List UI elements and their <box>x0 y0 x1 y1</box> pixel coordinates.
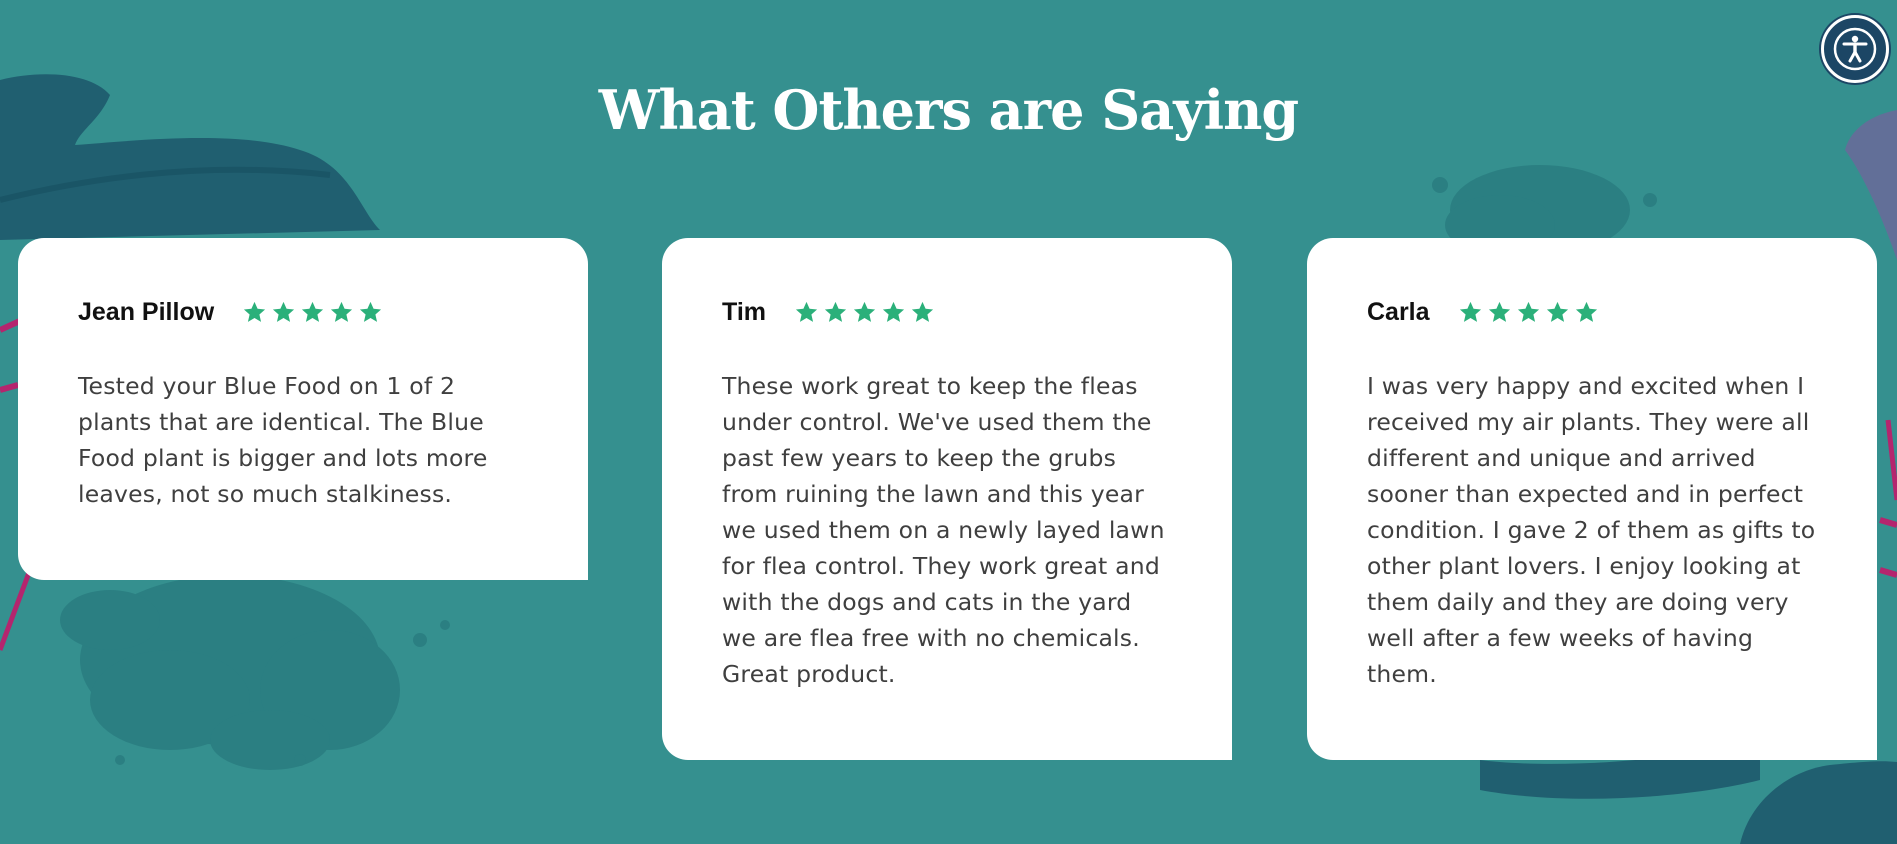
star-icon <box>331 301 353 322</box>
accessibility-button[interactable] <box>1821 15 1889 83</box>
star-icon <box>911 301 934 322</box>
review-header: Carla <box>1367 294 1817 330</box>
review-text: I was very happy and excited when I rece… <box>1367 372 1816 688</box>
reviewer-name: Tim <box>722 297 766 326</box>
star-icon <box>273 301 295 322</box>
accessibility-person-icon <box>1833 27 1877 71</box>
review-text: These work great to keep the fleas under… <box>722 372 1165 688</box>
stem-shape <box>197 609 231 691</box>
stem-shape <box>1879 567 1897 578</box>
review-card: Jean Pillow Tested your Blue Food on 1 o… <box>18 238 588 580</box>
reviewer-name: Carla <box>1367 297 1430 326</box>
star-rating <box>1458 300 1599 325</box>
star-icon <box>1575 301 1597 322</box>
stem-shape <box>1885 419 1897 501</box>
star-icon <box>1459 301 1481 322</box>
star-icon <box>795 301 818 322</box>
star-icon <box>882 301 905 322</box>
moss-cluster <box>60 575 450 770</box>
review-header: Tim <box>722 294 1172 330</box>
star-rating <box>242 300 383 325</box>
star-icon <box>302 301 324 322</box>
star-icon <box>1488 301 1510 322</box>
star-rating <box>794 300 935 325</box>
leaf-shape <box>0 166 331 203</box>
stem-shape <box>0 569 33 651</box>
stem-shape <box>1879 517 1897 528</box>
star-icon <box>360 301 382 322</box>
star-icon <box>1546 301 1568 322</box>
reviewer-name: Jean Pillow <box>78 297 215 326</box>
star-icon <box>244 301 266 322</box>
review-header: Jean Pillow <box>78 294 528 330</box>
review-card: Tim These work great to keep the fleas u… <box>662 238 1232 760</box>
review-card: Carla I was very happy and excited when … <box>1307 238 1877 760</box>
star-icon <box>824 301 847 322</box>
review-text: Tested your Blue Food on 1 of 2 plants t… <box>78 372 488 508</box>
star-icon <box>853 301 876 322</box>
stem-shape <box>0 382 19 393</box>
star-icon <box>1517 301 1539 322</box>
leaf-shape <box>1740 761 1897 844</box>
page-title: What Others are Saying <box>598 78 1299 142</box>
